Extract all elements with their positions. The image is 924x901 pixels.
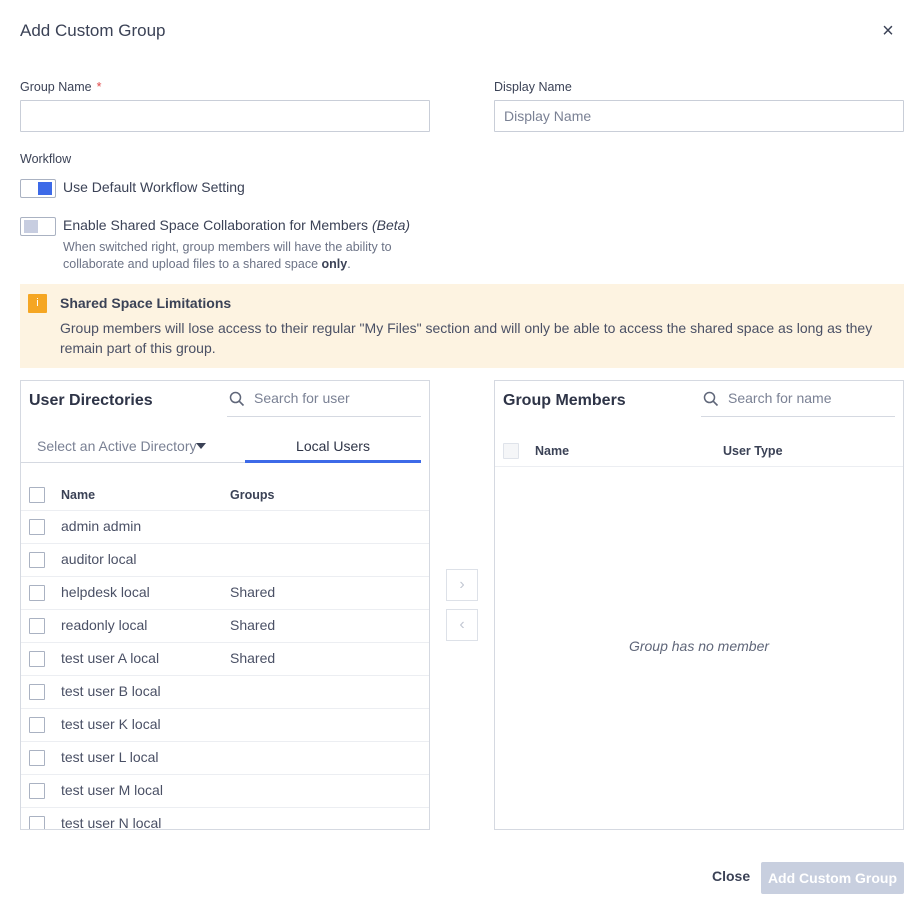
user-row[interactable]: test user N local (21, 808, 429, 830)
toggle-knob (38, 182, 52, 195)
shared-space-toggle[interactable] (20, 217, 56, 236)
group-members-panel: Group Members Search for name Name User … (494, 380, 904, 830)
member-table-header: Name User Type (495, 435, 903, 467)
member-search-input[interactable]: Search for name (728, 390, 832, 406)
user-name: test user M local (61, 782, 163, 798)
shared-space-help: When switched right, group members will … (63, 239, 392, 272)
empty-members-message: Group has no member (628, 638, 770, 654)
user-table-header: Name Groups (21, 479, 429, 511)
tab-local-users[interactable]: Local Users (245, 425, 421, 463)
user-row[interactable]: test user K local (21, 709, 429, 742)
user-row[interactable]: helpdesk local Shared (21, 577, 429, 610)
directory-select-value: Select an Active Directory (37, 438, 197, 454)
help-period: . (347, 256, 351, 271)
user-row-checkbox[interactable] (29, 651, 45, 667)
user-row[interactable]: test user A local Shared (21, 643, 429, 676)
user-row-checkbox[interactable] (29, 717, 45, 733)
user-name: test user K local (61, 716, 161, 732)
help-line-2: collaborate and upload files to a shared… (63, 256, 392, 273)
user-row-checkbox[interactable] (29, 750, 45, 766)
user-search-input[interactable]: Search for user (254, 390, 350, 406)
col-user-type: User Type (723, 444, 783, 458)
shared-space-label: Enable Shared Space Collaboration for Me… (63, 217, 410, 233)
chevron-down-icon (196, 443, 206, 449)
group-name-label-text: Group Name (20, 80, 92, 94)
add-custom-group-button[interactable]: Add Custom Group (761, 862, 904, 894)
toggle-knob (24, 220, 38, 233)
help-emphasis: only (321, 256, 348, 271)
user-name: admin admin (61, 518, 142, 534)
add-to-group-button[interactable]: › (446, 569, 478, 601)
user-name: helpdesk local (61, 584, 150, 600)
group-members-title: Group Members (503, 392, 626, 409)
user-row[interactable]: admin admin (21, 511, 429, 544)
user-row-checkbox[interactable] (29, 783, 45, 799)
search-icon (229, 391, 245, 407)
default-workflow-toggle[interactable] (20, 179, 56, 198)
workflow-label: Workflow (20, 152, 72, 166)
shared-space-limitations-banner: i Shared Space Limitations Group members… (20, 284, 904, 368)
user-row-checkbox[interactable] (29, 816, 45, 829)
user-name: readonly local (61, 617, 148, 633)
user-row[interactable]: test user M local (21, 775, 429, 808)
user-groups: Shared (230, 584, 276, 600)
banner-text: Group members will lose access to their … (60, 320, 873, 356)
required-mark: * (96, 80, 102, 94)
user-row[interactable]: test user L local (21, 742, 429, 775)
user-row-checkbox[interactable] (29, 618, 45, 634)
display-name-label: Display Name (494, 80, 572, 94)
user-row[interactable]: auditor local (21, 544, 429, 577)
user-row[interactable]: readonly local Shared (21, 610, 429, 643)
remove-from-group-button[interactable]: ‹ (446, 609, 478, 641)
user-name: auditor local (61, 551, 137, 567)
close-button[interactable]: Close (712, 868, 750, 884)
help-line-2-text: collaborate and upload files to a shared… (63, 256, 319, 271)
col-member-name: Name (535, 444, 570, 458)
user-groups: Shared (230, 650, 276, 666)
user-groups: Shared (230, 617, 276, 633)
col-name: Name (61, 488, 96, 502)
col-groups: Groups (230, 488, 275, 502)
user-name: test user B local (61, 683, 161, 699)
banner-title: Shared Space Limitations (60, 295, 232, 311)
dialog-title: Add Custom Group (20, 21, 166, 40)
user-directories-panel: User Directories Search for user Select … (20, 380, 430, 830)
directory-select[interactable]: Select an Active Directory (21, 425, 245, 463)
user-name: test user L local (61, 749, 159, 765)
user-row-checkbox[interactable] (29, 519, 45, 535)
user-row-checkbox[interactable] (29, 552, 45, 568)
user-directories-title: User Directories (29, 392, 153, 409)
member-search[interactable]: Search for name (701, 381, 895, 417)
user-row-checkbox[interactable] (29, 585, 45, 601)
tab-local-users-label: Local Users (296, 438, 370, 454)
user-row[interactable]: test user B local (21, 676, 429, 709)
group-name-input[interactable] (20, 100, 430, 132)
select-all-members-checkbox[interactable] (503, 443, 519, 459)
help-line-1: When switched right, group members will … (63, 240, 392, 254)
user-search[interactable]: Search for user (227, 381, 421, 417)
default-workflow-label: Use Default Workflow Setting (63, 179, 245, 195)
shared-space-label-text: Enable Shared Space Collaboration for Me… (63, 217, 369, 233)
user-row-checkbox[interactable] (29, 684, 45, 700)
search-icon (703, 391, 719, 407)
select-all-users-checkbox[interactable] (29, 487, 45, 503)
close-icon[interactable]: × (877, 20, 899, 42)
user-name: test user A local (61, 650, 160, 666)
info-icon: i (28, 294, 47, 313)
group-name-label: Group Name * (20, 80, 101, 94)
display-name-input[interactable]: Display Name (494, 100, 904, 132)
beta-tag: (Beta) (371, 217, 411, 233)
user-name: test user N local (61, 815, 162, 830)
